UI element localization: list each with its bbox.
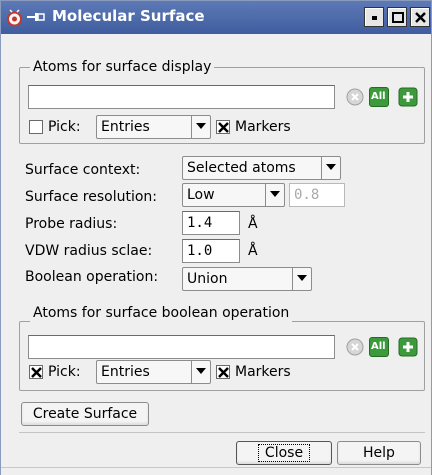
probe-radius-label: Probe radius: [25, 216, 118, 232]
vdw-radius-scale-input[interactable]: 1.0 [182, 239, 240, 263]
pin-icon[interactable] [26, 9, 46, 25]
chevron-down-icon [321, 157, 340, 179]
close-icon [415, 12, 426, 23]
display-atoms-input[interactable] [28, 85, 335, 109]
resolution-number-input[interactable]: 0.8 [289, 183, 345, 207]
surface-resolution-value: Low [187, 187, 215, 203]
display-entries-value: Entries [101, 119, 150, 135]
title-bar[interactable]: Molecular Surface [1, 1, 431, 34]
boolean-operation-dropdown[interactable]: Union [182, 267, 312, 291]
close-button-label: Close [257, 444, 311, 462]
surface-context-value: Selected atoms [187, 160, 296, 176]
vdw-radius-scale-unit: Å [248, 243, 258, 259]
help-button[interactable]: Help [337, 441, 421, 465]
surface-context-label: Surface context: [25, 162, 141, 178]
all-icon[interactable]: All [369, 87, 389, 107]
all-icon-text: All [371, 91, 386, 102]
boolean-atoms-legend: Atoms for surface boolean operation [30, 304, 293, 322]
window-title: Molecular Surface [52, 7, 205, 25]
boolean-operation-label: Boolean operation: [25, 269, 159, 285]
surface-resolution-label: Surface resolution: [25, 189, 158, 205]
close-button[interactable]: Close [236, 441, 332, 465]
surface-context-dropdown[interactable]: Selected atoms [182, 156, 341, 180]
plus-icon[interactable] [398, 87, 418, 107]
check-x-icon [31, 367, 42, 378]
plus-icon[interactable] [398, 337, 418, 357]
boolean-operation-value: Union [187, 271, 228, 287]
check-x-icon [218, 122, 229, 133]
chevron-down-icon [292, 268, 311, 290]
surface-display-legend: Atoms for surface display [30, 58, 215, 76]
check-x-icon [218, 367, 229, 378]
window-bottom-edge [1, 467, 431, 475]
probe-radius-unit: Å [248, 216, 258, 232]
minimize-button[interactable] [364, 7, 384, 27]
boolean-atoms-input[interactable] [28, 335, 335, 359]
create-surface-button[interactable]: Create Surface [21, 402, 149, 426]
maximize-button[interactable] [387, 7, 407, 27]
app-icon[interactable] [6, 8, 23, 27]
boolean-entries-value: Entries [101, 364, 150, 380]
clear-icon[interactable] [345, 337, 365, 357]
chevron-down-icon [191, 361, 210, 383]
chevron-down-icon [191, 116, 210, 138]
chevron-down-icon [265, 184, 284, 206]
maximize-icon [392, 12, 404, 23]
display-pick-label: Pick: [48, 119, 81, 135]
probe-radius-input[interactable]: 1.4 [182, 211, 240, 235]
boolean-entries-dropdown[interactable]: Entries [96, 360, 211, 384]
boolean-markers-checkbox[interactable] [216, 365, 230, 379]
boolean-pick-checkbox[interactable] [29, 365, 43, 379]
display-markers-checkbox[interactable] [216, 120, 230, 134]
display-entries-dropdown[interactable]: Entries [96, 115, 211, 139]
minimize-icon [372, 16, 377, 20]
footer-divider [19, 432, 425, 433]
close-window-button[interactable] [410, 7, 430, 27]
molecular-surface-window: Molecular Surface Atoms for surface disp… [0, 0, 432, 475]
vdw-radius-scale-label: VDW radius sclae: [25, 243, 153, 259]
surface-resolution-dropdown[interactable]: Low [182, 183, 285, 207]
clear-icon[interactable] [345, 87, 365, 107]
display-markers-label: Markers [235, 119, 291, 135]
boolean-pick-label: Pick: [48, 364, 81, 380]
all-icon-text: All [371, 341, 386, 352]
all-icon[interactable]: All [369, 337, 389, 357]
display-pick-checkbox[interactable] [29, 120, 43, 134]
boolean-markers-label: Markers [235, 364, 291, 380]
